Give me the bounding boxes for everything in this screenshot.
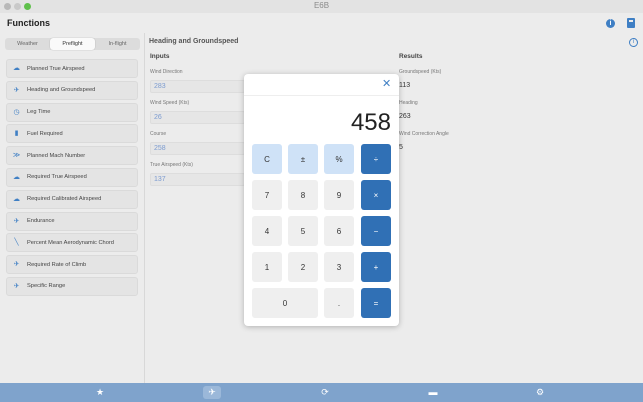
star-icon[interactable]: ★ xyxy=(91,386,109,399)
function-item-leg-time[interactable]: ◷ Leg Time xyxy=(6,102,138,122)
function-list: ☁ Planned True Airspeed ✈ Heading and Gr… xyxy=(6,59,138,299)
wind-direction-input[interactable]: 283 xyxy=(150,80,245,93)
close-icon[interactable]: ✕ xyxy=(382,79,391,90)
calculator-display: 458 xyxy=(350,109,391,136)
cloud-icon: ☁ xyxy=(13,195,20,203)
category-segmented-control: Weather Preflight In-flight xyxy=(5,38,140,50)
tab-bar: ★ ✈ ⟳ ▬ ⚙ xyxy=(0,383,643,402)
multiply-key[interactable]: × xyxy=(361,180,391,210)
cloud-icon: ☁ xyxy=(13,173,20,181)
sign-key[interactable]: ± xyxy=(288,144,318,174)
wing-icon: ╲ xyxy=(14,239,19,247)
digit-3-key[interactable]: 3 xyxy=(324,252,354,282)
function-label: Required Rate of Climb xyxy=(27,261,87,268)
function-item-planned-mach-number[interactable]: ≫ Planned Mach Number xyxy=(6,146,138,166)
function-item-percent-mean-aerodynamic-chord[interactable]: ╲ Percent Mean Aerodynamic Chord xyxy=(6,233,138,253)
function-item-specific-range[interactable]: ✈ Specific Range xyxy=(6,276,138,296)
bag-icon[interactable]: ▬ xyxy=(424,386,442,399)
wind-speed-input[interactable]: 26 xyxy=(150,111,245,124)
segment-in-flight[interactable]: In-flight xyxy=(95,38,140,50)
calculator-icon[interactable] xyxy=(627,18,635,28)
fuel-icon: ▮ xyxy=(14,130,19,138)
result-label-heading: Heading xyxy=(399,100,418,106)
input-label-wind-speed: Wind Speed (Kts) xyxy=(150,100,190,106)
input-label-course: Course xyxy=(150,131,167,137)
sidebar: Weather Preflight In-flight ☁ Planned Tr… xyxy=(0,33,145,383)
function-label: Leg Time xyxy=(27,109,51,116)
function-label: Fuel Required xyxy=(27,130,63,137)
result-value-heading: 263 xyxy=(399,113,411,120)
function-label: Heading and Groundspeed xyxy=(27,87,96,94)
function-label: Endurance xyxy=(27,218,55,225)
function-title: Heading and Groundspeed xyxy=(149,38,239,45)
equals-key[interactable]: = xyxy=(361,288,391,318)
decimal-key[interactable]: . xyxy=(324,288,354,318)
endurance-icon: ✈ xyxy=(13,217,20,225)
result-value-groundspeed: 113 xyxy=(399,82,411,89)
divider xyxy=(244,95,399,96)
function-label: Percent Mean Aerodynamic Chord xyxy=(27,239,114,246)
digit-9-key[interactable]: 9 xyxy=(324,180,354,210)
minus-key[interactable]: − xyxy=(361,216,391,246)
digit-4-key[interactable]: 4 xyxy=(252,216,282,246)
function-item-required-true-airspeed[interactable]: ☁ Required True Airspeed xyxy=(6,167,138,187)
function-item-planned-true-airspeed[interactable]: ☁ Planned True Airspeed xyxy=(6,59,138,78)
digit-6-key[interactable]: 6 xyxy=(324,216,354,246)
result-value-wind-correction-angle: 5 xyxy=(399,144,403,151)
plus-key[interactable]: + xyxy=(361,252,391,282)
segment-preflight[interactable]: Preflight xyxy=(50,38,95,50)
results-heading: Results xyxy=(399,53,423,60)
digit-8-key[interactable]: 8 xyxy=(288,180,318,210)
result-label-wind-correction-angle: Wind Correction Angle xyxy=(399,131,449,137)
function-item-required-rate-of-climb[interactable]: ✈ Required Rate of Climb xyxy=(6,255,138,275)
plane-icon: ✈ xyxy=(13,86,20,94)
digit-1-key[interactable]: 1 xyxy=(252,252,282,282)
page-title: Functions xyxy=(7,18,50,28)
header: Functions i xyxy=(0,13,643,33)
function-item-fuel-required[interactable]: ▮ Fuel Required xyxy=(6,124,138,144)
gear-icon[interactable]: ⚙ xyxy=(531,386,549,399)
title-bar: E6B xyxy=(0,0,643,13)
info-icon[interactable]: i xyxy=(606,19,615,28)
function-label: Required Calibrated Airspeed xyxy=(27,196,102,203)
input-label-wind-direction: Wind Direction xyxy=(150,69,183,75)
input-label-true-airspeed: True Airspeed (Kts) xyxy=(150,162,193,168)
digit-5-key[interactable]: 5 xyxy=(288,216,318,246)
calculator-popover: ✕ 458 C ± % ÷ 7 8 9 × 4 5 6 − 1 2 3 + 0 … xyxy=(244,74,399,326)
digit-0-key[interactable]: 0 xyxy=(252,288,318,318)
range-icon: ✈ xyxy=(13,282,20,290)
function-item-required-calibrated-airspeed[interactable]: ☁ Required Calibrated Airspeed xyxy=(6,189,138,209)
inputs-heading: Inputs xyxy=(150,53,170,60)
function-item-heading-and-groundspeed[interactable]: ✈ Heading and Groundspeed xyxy=(6,80,138,100)
segment-weather[interactable]: Weather xyxy=(5,38,50,50)
course-input[interactable]: 258 xyxy=(150,142,245,155)
speed-icon: ≫ xyxy=(12,152,21,160)
function-item-endurance[interactable]: ✈ Endurance xyxy=(6,211,138,231)
function-label: Specific Range xyxy=(27,283,66,290)
info-icon[interactable]: i xyxy=(629,38,638,47)
climb-icon: ✈ xyxy=(13,261,20,269)
clock-icon: ◷ xyxy=(13,108,20,116)
refresh-icon[interactable]: ⟳ xyxy=(316,386,334,399)
result-label-groundspeed: Groundspeed (Kts) xyxy=(399,69,442,75)
cloud-icon: ☁ xyxy=(13,65,20,72)
plane-icon[interactable]: ✈ xyxy=(203,386,221,399)
window-title: E6B xyxy=(313,1,330,10)
digit-7-key[interactable]: 7 xyxy=(252,180,282,210)
function-label: Planned Mach Number xyxy=(27,152,86,159)
function-label: Required True Airspeed xyxy=(27,174,87,181)
function-label: Planned True Airspeed xyxy=(27,65,85,72)
true-airspeed-input[interactable]: 137 xyxy=(150,173,245,186)
percent-key[interactable]: % xyxy=(324,144,354,174)
clear-key[interactable]: C xyxy=(252,144,282,174)
divide-key[interactable]: ÷ xyxy=(361,144,391,174)
digit-2-key[interactable]: 2 xyxy=(288,252,318,282)
